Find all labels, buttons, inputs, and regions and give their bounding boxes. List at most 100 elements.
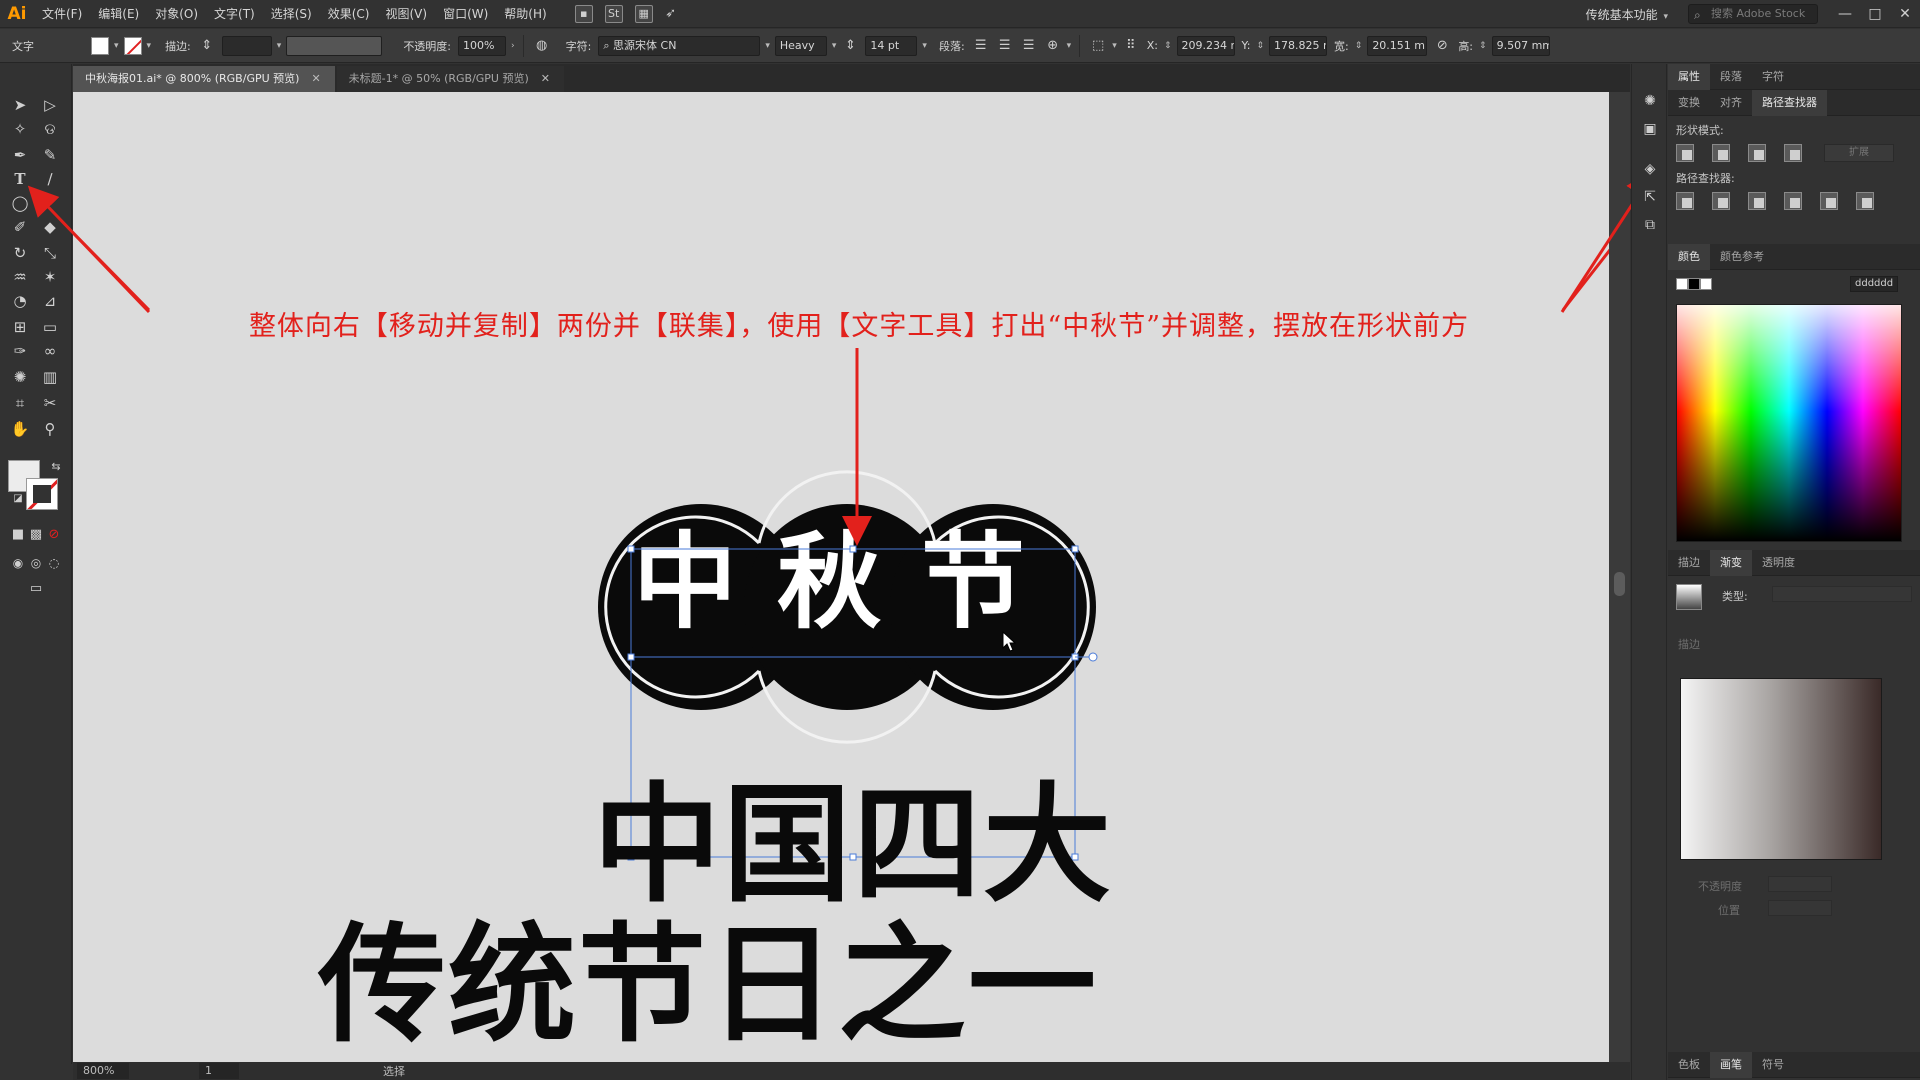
gradient-thumbnail[interactable] (1676, 584, 1702, 610)
maximize-button[interactable]: □ (1860, 0, 1890, 28)
artboards-icon[interactable]: ⧉ (1641, 216, 1659, 234)
artboard-canvas[interactable]: 中秋节 中国四大 传统节日之一 整体向右【移动并复制】两份并【联集】，使用【文字… (73, 92, 1609, 1062)
type-tool-icon[interactable]: T (8, 168, 32, 190)
gradient-tool-icon[interactable]: ▭ (38, 316, 62, 338)
color-spectrum-picker[interactable] (1676, 304, 1902, 542)
lasso-tool-icon[interactable]: ଡ (38, 118, 62, 140)
shaper-tool-icon[interactable]: ✐ (8, 216, 32, 238)
blend-tool-icon[interactable]: ∞ (38, 340, 62, 362)
arrange-documents-icon[interactable]: ▦ (634, 4, 653, 23)
pen-tool-icon[interactable]: ✒ (8, 144, 32, 166)
menu-window[interactable]: 窗口(W) (435, 0, 496, 28)
magic-wand-tool-icon[interactable]: ✧ (8, 118, 32, 140)
draw-inside-icon[interactable]: ◌ (42, 552, 66, 574)
outline-button[interactable] (1820, 192, 1838, 210)
document-tab-poster[interactable]: 中秋海报01.ai* @ 800% (RGB/GPU 预览) ✕ (73, 66, 335, 92)
export-icon[interactable]: ⇱ (1641, 188, 1659, 206)
hand-tool-icon[interactable]: ✋ (8, 418, 32, 440)
black-swatch[interactable] (1688, 278, 1700, 290)
tab-character[interactable]: 字符 (1752, 64, 1794, 90)
close-button[interactable]: ✕ (1890, 0, 1920, 28)
link-proportions-icon[interactable]: ⊘ (1433, 37, 1451, 55)
menu-type[interactable]: 文字(T) (206, 0, 263, 28)
headline-line-1[interactable]: 中国四大 (593, 780, 1113, 910)
eyedropper-tool-icon[interactable]: ✑ (8, 340, 32, 362)
screen-mode-icon[interactable]: ▭ (24, 578, 48, 600)
divide-button[interactable] (1676, 192, 1694, 210)
font-style-field[interactable]: Heavy (774, 35, 827, 56)
tab-transform[interactable]: 变换 (1668, 90, 1710, 116)
ellipse-tool-icon[interactable]: ◯ (8, 192, 32, 214)
variable-width-field[interactable] (286, 35, 383, 56)
tab-align[interactable]: 对齐 (1710, 90, 1752, 116)
close-tab-icon[interactable]: ✕ (311, 72, 320, 85)
trim-button[interactable] (1712, 192, 1730, 210)
slice-tool-icon[interactable]: ✂ (38, 392, 62, 414)
tab-pathfinder[interactable]: 路径查找器 (1752, 89, 1827, 116)
tab-properties[interactable]: 属性 (1668, 63, 1710, 90)
scroll-thumb[interactable] (1614, 572, 1625, 596)
align-right-icon[interactable]: ☰ (1020, 37, 1038, 55)
intersect-button[interactable] (1748, 144, 1766, 162)
font-size-stepper-icon[interactable]: ⇕ (841, 37, 859, 55)
direct-selection-tool-icon[interactable]: ▷ (38, 94, 62, 116)
appearance-icon[interactable]: ✺ (1641, 92, 1659, 110)
badge-text-mid-autumn[interactable]: 中秋节 (633, 527, 1103, 637)
menu-help[interactable]: 帮助(H) (496, 0, 554, 28)
minimize-button[interactable]: — (1830, 0, 1860, 28)
font-family-field[interactable]: ⌕ 思源宋体 CN (598, 35, 761, 56)
eraser-tool-icon[interactable]: ◆ (38, 216, 62, 238)
rotate-tool-icon[interactable]: ↻ (8, 242, 32, 264)
tab-gradient[interactable]: 渐变 (1710, 549, 1752, 576)
hex-color-field[interactable]: dddddd (1850, 276, 1898, 292)
stroke-weight-field[interactable] (221, 35, 272, 56)
stroke-color-box[interactable] (26, 478, 58, 510)
align-left-icon[interactable]: ☰ (972, 37, 990, 55)
gradient-location-field[interactable] (1768, 900, 1832, 916)
workspace-switcher[interactable]: 传统基本功能 ▾ (1568, 6, 1688, 23)
gradient-opacity-field[interactable] (1768, 876, 1832, 892)
none-swatch[interactable] (1676, 278, 1688, 290)
tab-color[interactable]: 颜色 (1668, 243, 1710, 270)
menu-object[interactable]: 对象(O) (147, 0, 206, 28)
puppet-warp-tool-icon[interactable]: ✶ (38, 266, 62, 288)
reference-point-icon[interactable]: ⠿ (1122, 37, 1140, 55)
color-mini-swatches[interactable] (1676, 278, 1712, 292)
mesh-tool-icon[interactable]: ⊞ (8, 316, 32, 338)
recolor-icon[interactable]: ◍ (533, 37, 551, 55)
crop-button[interactable] (1784, 192, 1802, 210)
artboard-number-field[interactable]: 1 (199, 1063, 239, 1079)
unite-button[interactable] (1676, 144, 1694, 162)
default-colors-icon[interactable]: ◪ (6, 488, 30, 510)
stock-icon[interactable]: St (604, 4, 623, 23)
merge-button[interactable] (1748, 192, 1766, 210)
menu-view[interactable]: 视图(V) (377, 0, 435, 28)
opacity-field[interactable]: 100% (458, 35, 507, 56)
expand-button[interactable]: 扩展 (1824, 144, 1894, 162)
symbol-sprayer-tool-icon[interactable]: ✺ (8, 366, 32, 388)
line-tool-icon[interactable]: ∕ (38, 168, 62, 190)
tab-swatches[interactable]: 色板 (1668, 1052, 1710, 1078)
column-graph-tool-icon[interactable]: ▥ (38, 366, 62, 388)
align-center-icon[interactable]: ☰ (996, 37, 1014, 55)
none-mode-icon[interactable]: ⊘ (42, 524, 66, 546)
menu-edit[interactable]: 编辑(E) (90, 0, 147, 28)
align-to-icon[interactable]: ⬚ (1089, 37, 1107, 55)
gradient-slider-preview[interactable] (1680, 678, 1882, 860)
headline-line-2[interactable]: 传统节日之一 (318, 920, 1098, 1050)
exclude-button[interactable] (1784, 144, 1802, 162)
menu-select[interactable]: 选择(S) (263, 0, 320, 28)
stroke-stepper-icon[interactable]: ⇕ (198, 37, 216, 55)
selection-tool-icon[interactable]: ➤ (8, 94, 32, 116)
tab-symbols[interactable]: 符号 (1752, 1052, 1794, 1078)
gradient-type-select[interactable] (1772, 586, 1912, 602)
white-swatch[interactable] (1700, 278, 1712, 290)
paintbrush-tool-icon[interactable]: ⁄ (38, 192, 62, 214)
tab-color-guide[interactable]: 颜色参考 (1710, 244, 1774, 270)
document-tab-untitled[interactable]: 未标题-1* @ 50% (RGB/GPU 预览) ✕ (336, 66, 564, 92)
globe-icon[interactable]: ⊕ (1044, 37, 1062, 55)
scale-tool-icon[interactable]: ⤡ (38, 242, 62, 264)
y-field[interactable]: 178.825 n (1269, 35, 1328, 56)
gpu-rocket-icon[interactable]: ➶ (662, 5, 680, 23)
height-field[interactable]: 9.507 mm (1491, 35, 1550, 56)
